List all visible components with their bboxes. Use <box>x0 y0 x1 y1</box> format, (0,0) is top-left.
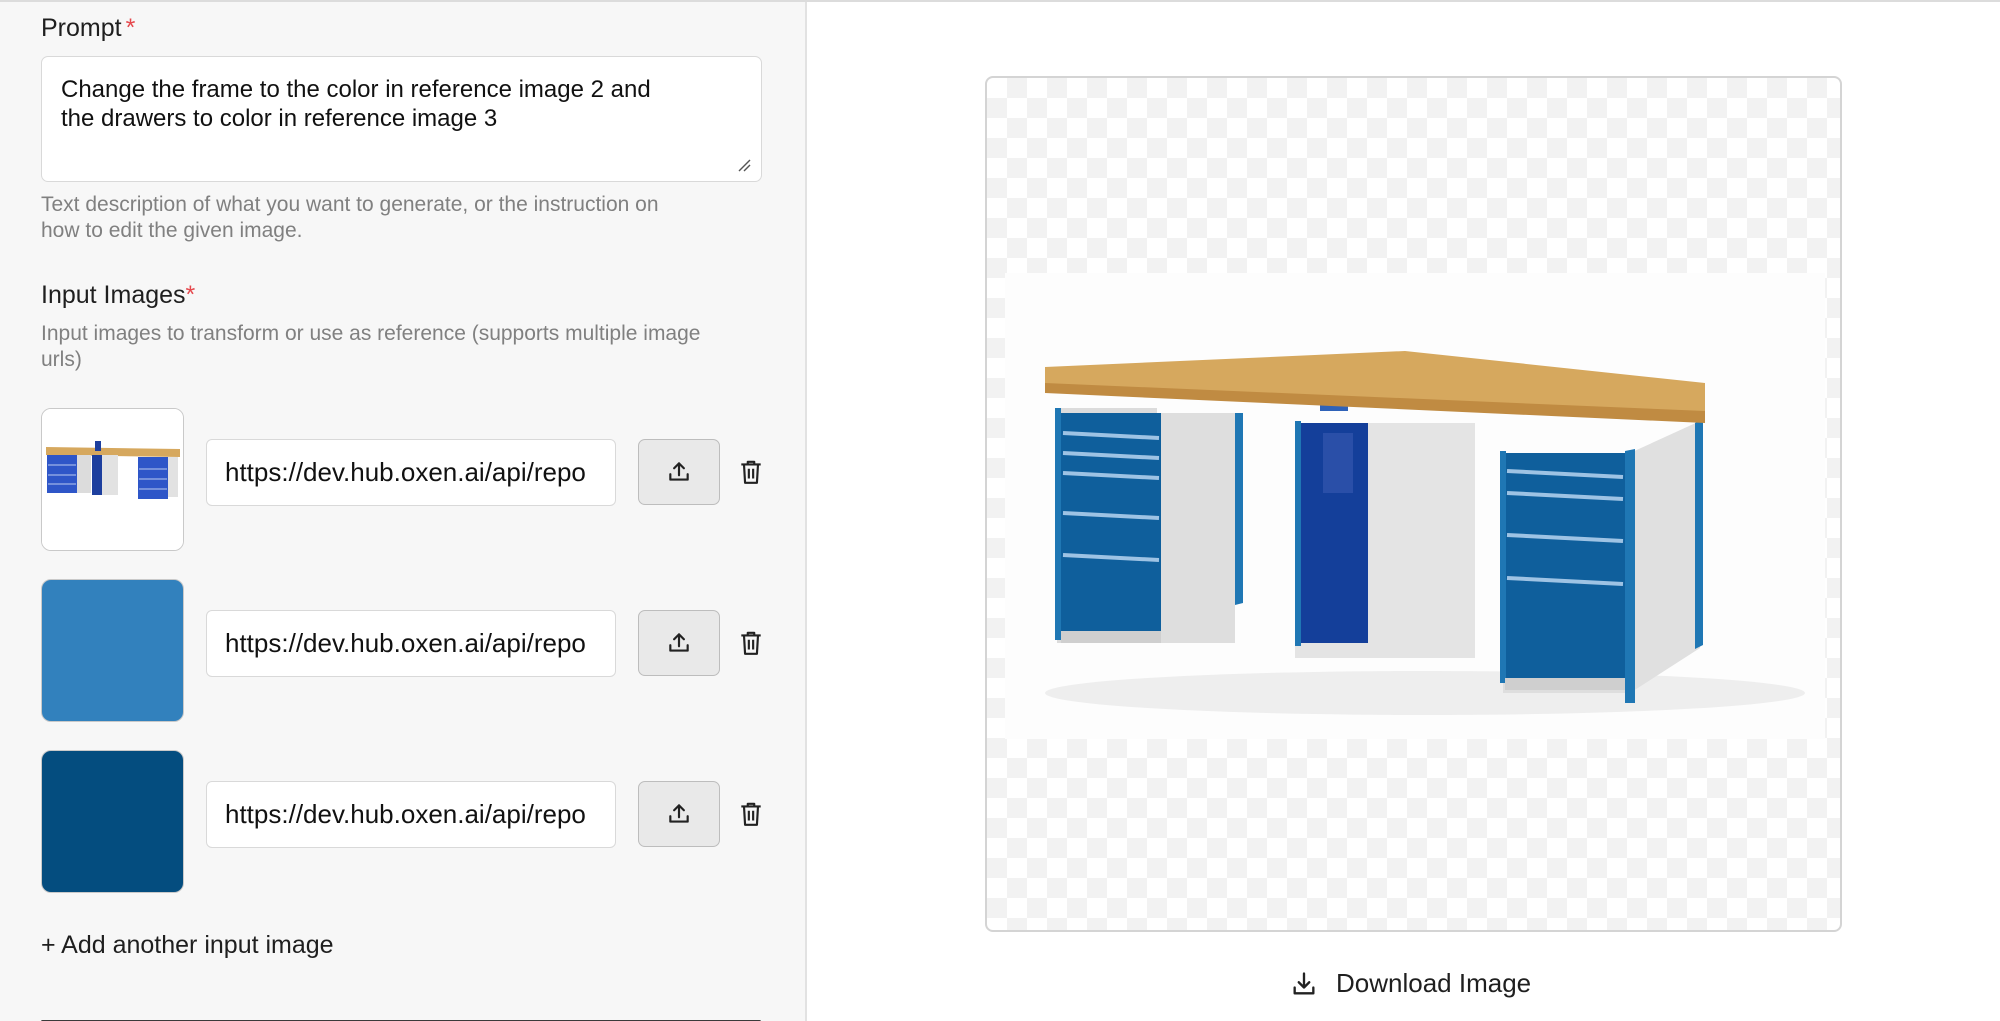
prompt-textarea[interactable]: Change the frame to the color in referen… <box>41 56 762 182</box>
upload-icon <box>669 804 689 823</box>
app-root: Prompt * Change the frame to the color in… <box>0 0 2000 1021</box>
upload-icon <box>669 633 689 652</box>
download-image-button[interactable]: Download Image <box>1290 968 1531 999</box>
workbench-thumbnail-image <box>42 409 183 550</box>
prompt-text-line: Change the frame to the color in referen… <box>61 76 651 103</box>
delete-image-button[interactable] <box>734 455 768 489</box>
trash-icon <box>741 802 761 826</box>
upload-button[interactable] <box>638 781 720 847</box>
prompt-help-text: Text description of what you want to gen… <box>41 193 659 242</box>
image-url-input[interactable]: https://dev.hub.oxen.ai/api/repo <box>206 439 616 506</box>
upload-button[interactable] <box>638 439 720 505</box>
upload-button[interactable] <box>638 610 720 676</box>
color-swatch-thumbnail[interactable] <box>41 750 184 893</box>
required-mark: * <box>125 14 136 42</box>
image-url-input[interactable]: https://dev.hub.oxen.ai/api/repo <box>206 781 616 848</box>
input-image-row: https://dev.hub.oxen.ai/api/repo <box>41 408 781 551</box>
image-url-input[interactable]: https://dev.hub.oxen.ai/api/repo <box>206 610 616 677</box>
required-mark: * <box>185 281 196 309</box>
workbench-thumbnail[interactable] <box>41 408 184 551</box>
add-input-image-button[interactable]: + Add another input image <box>41 931 334 960</box>
color-swatch-thumbnail[interactable] <box>41 579 184 722</box>
output-image-preview <box>985 76 1842 932</box>
trash-icon <box>741 460 761 484</box>
input-image-row: https://dev.hub.oxen.ai/api/repo <box>41 579 781 722</box>
resize-handle-icon[interactable] <box>737 158 751 172</box>
prompt-text-line: the drawers to color in reference image … <box>61 105 498 132</box>
input-images-help-text: Input images to transform or use as refe… <box>41 322 701 371</box>
delete-image-button[interactable] <box>734 626 768 660</box>
prompt-label: Prompt * <box>41 14 136 42</box>
trash-icon <box>741 631 761 655</box>
workbench-output-image <box>1005 273 1825 739</box>
input-image-row: https://dev.hub.oxen.ai/api/repo <box>41 750 781 893</box>
input-images-label: Input Images* <box>41 281 196 309</box>
download-icon <box>1293 971 1315 994</box>
form-panel: Prompt * Change the frame to the color in… <box>0 2 807 1021</box>
delete-image-button[interactable] <box>734 797 768 831</box>
download-image-label: Download Image <box>1336 968 1532 998</box>
upload-icon <box>669 462 689 481</box>
